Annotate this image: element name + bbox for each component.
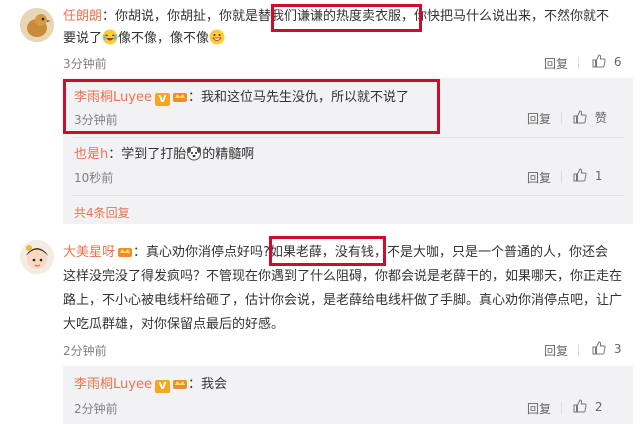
verified-badge-icon: V <box>154 380 170 393</box>
reply-author[interactable]: 也是h <box>74 147 108 162</box>
comment-time: 2分钟前 <box>63 344 107 358</box>
reply-text: ：我会 <box>187 377 227 392</box>
reply-button[interactable]: 回复 <box>544 55 568 72</box>
like-count: 6 <box>613 55 622 69</box>
comment-text: ：你胡说，你胡扯，你就是 <box>102 9 259 24</box>
comment-text-cont: ，你快把马什么说出来，不然你就不 <box>401 9 610 24</box>
reply-author[interactable]: 李雨桐Luyee <box>74 377 152 392</box>
like-count: 2 <box>594 400 603 414</box>
crown-badge-icon <box>118 248 133 257</box>
like-count: 1 <box>594 169 603 183</box>
highlight-box <box>271 4 422 32</box>
bird-avatar-icon <box>20 8 54 42</box>
comment-text: ：真心劝你消停点好吗? <box>133 245 270 260</box>
reply-divider <box>71 137 625 138</box>
highlight-box <box>269 236 386 266</box>
like-button[interactable]: 2 <box>573 399 602 414</box>
comment-text-line2-b: 像不像，像不像 <box>118 31 210 46</box>
reply-text-cont: 的精髓啊 <box>202 147 255 162</box>
reply-divider <box>71 195 625 196</box>
reply-button[interactable]: 回复 <box>527 400 551 417</box>
thumbs-up-icon <box>592 341 606 355</box>
reply-text: ：学到了打胎 <box>108 147 187 162</box>
avatar[interactable] <box>20 240 54 274</box>
comment-author[interactable]: 大美星呀 <box>63 245 115 260</box>
comment-text-cont: ，不是大咖，只是一个普通的人，你还会 <box>373 245 608 260</box>
comment-text-line2: 要说了 <box>63 31 103 46</box>
like-label: 赞 <box>594 111 607 125</box>
like-count: 3 <box>613 342 622 356</box>
avatar[interactable] <box>20 8 54 42</box>
like-button[interactable]: 6 <box>592 54 621 69</box>
divider <box>578 57 579 69</box>
comment-author[interactable]: 任朗朗 <box>63 9 102 24</box>
more-replies-link[interactable]: 共4条回复 <box>74 204 130 221</box>
dog-face-emoji-icon <box>187 146 202 161</box>
grin-emoji-icon <box>209 29 225 45</box>
divider <box>561 402 562 414</box>
reply-button[interactable]: 回复 <box>544 342 568 359</box>
comment-text-line4: 大吃瓜群雄，对你保留点最后的好感。 <box>63 317 285 332</box>
thumbs-up-icon <box>573 110 587 124</box>
divider <box>578 344 579 356</box>
thumbs-up-icon <box>573 168 587 182</box>
child-avatar-icon <box>20 240 54 274</box>
comment-text-line3: 路上，不小心被电线杆给砸了，估计你会说，是老薛给电线杆做了手脚。真心劝你消停点吧… <box>63 293 623 308</box>
like-button[interactable]: 赞 <box>573 109 607 126</box>
laugh-cry-emoji-icon <box>102 29 118 45</box>
reply-button[interactable]: 回复 <box>527 169 551 186</box>
reply-time: 2分钟前 <box>74 402 118 416</box>
crown-badge-icon <box>172 380 187 389</box>
divider <box>561 112 562 124</box>
like-button[interactable]: 1 <box>573 168 602 183</box>
divider <box>561 171 562 183</box>
comment-time: 3分钟前 <box>63 57 107 71</box>
highlight-box <box>63 79 440 134</box>
thumbs-up-icon <box>592 54 606 68</box>
thumbs-up-icon <box>573 399 587 413</box>
comment-text-line2: 这样没完没了得发疯吗？不管现在你遇到了什么阻碍，你都会说是老薛干的，如果哪天，你… <box>63 269 623 284</box>
reply-button[interactable]: 回复 <box>527 110 551 127</box>
reply-time: 10秒前 <box>74 171 114 185</box>
like-button[interactable]: 3 <box>592 341 621 356</box>
